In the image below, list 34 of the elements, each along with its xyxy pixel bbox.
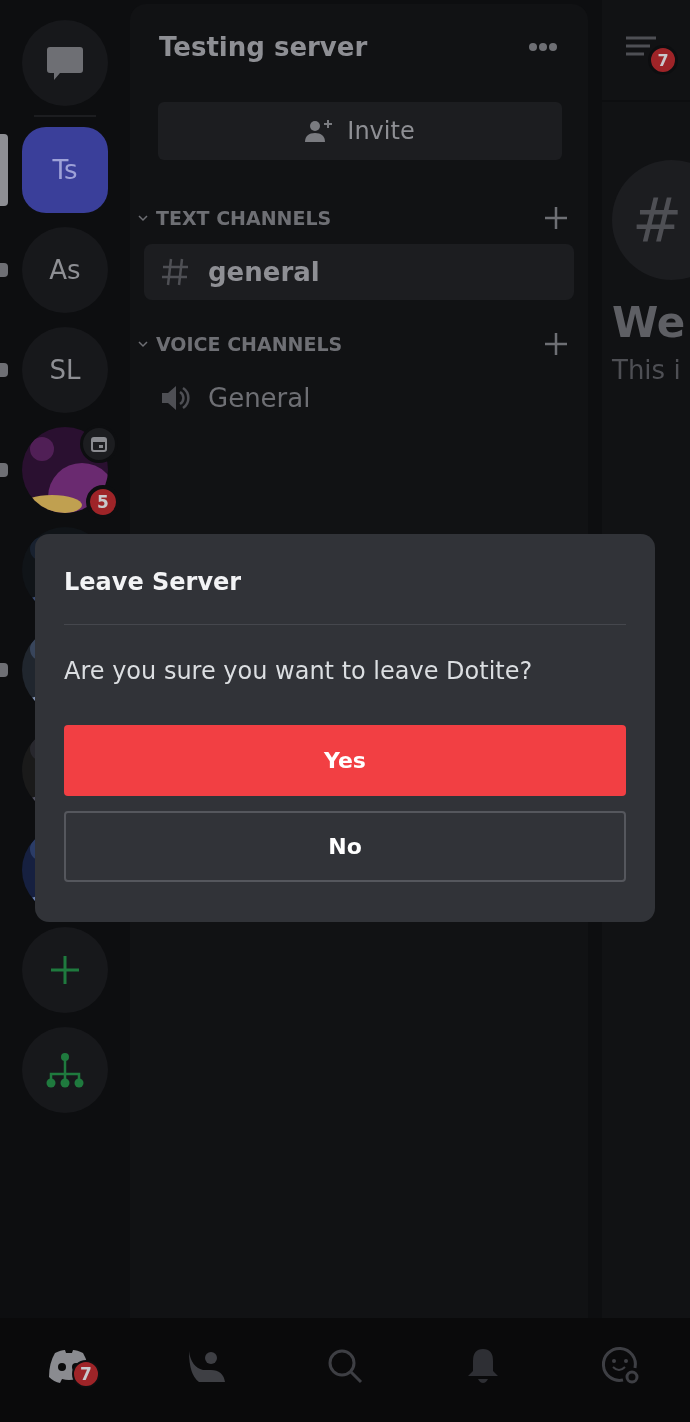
waving-person-icon [187, 1349, 227, 1383]
notification-badge: 7 [72, 1360, 100, 1388]
welcome-heading: We [612, 298, 687, 347]
chevron-icon[interactable] [138, 214, 148, 222]
more-icon[interactable] [528, 42, 558, 52]
cancel-button[interactable]: No [64, 811, 626, 882]
channel-item[interactable]: general [144, 244, 574, 300]
notification-badge: 7 [648, 45, 678, 75]
server-name[interactable]: Testing server [159, 32, 368, 62]
plus-icon[interactable] [544, 332, 568, 356]
channel-item[interactable]: General [144, 370, 574, 426]
smiley-icon [601, 1346, 641, 1386]
channel-icon: # [612, 160, 690, 280]
plus-icon[interactable] [544, 206, 568, 230]
plus-icon [50, 955, 80, 985]
invite-button[interactable]: Invite [158, 102, 562, 160]
dialog-message: Are you sure you want to leave Dotite? [64, 657, 534, 685]
hierarchy-icon [46, 1052, 84, 1088]
category-label[interactable]: TEXT CHANNELS [156, 207, 536, 229]
welcome-text: This i [612, 355, 682, 385]
bell-icon [466, 1348, 500, 1384]
search-icon [327, 1348, 363, 1384]
confirm-button[interactable]: Yes [64, 725, 626, 796]
category-label[interactable]: VOICE CHANNELS [156, 333, 536, 355]
nav-tab[interactable]: 7 [24, 1336, 114, 1396]
server-icon[interactable]: SL [22, 327, 108, 413]
dialog-title: Leave Server [64, 568, 243, 596]
hash-icon [160, 257, 190, 287]
chat-bubble-icon [46, 45, 84, 81]
speaker-icon [160, 383, 190, 413]
server-icon[interactable]: Ts [22, 127, 108, 213]
add-person-icon [305, 119, 334, 143]
server-icon[interactable]: As [22, 227, 108, 313]
chevron-icon[interactable] [138, 340, 148, 348]
